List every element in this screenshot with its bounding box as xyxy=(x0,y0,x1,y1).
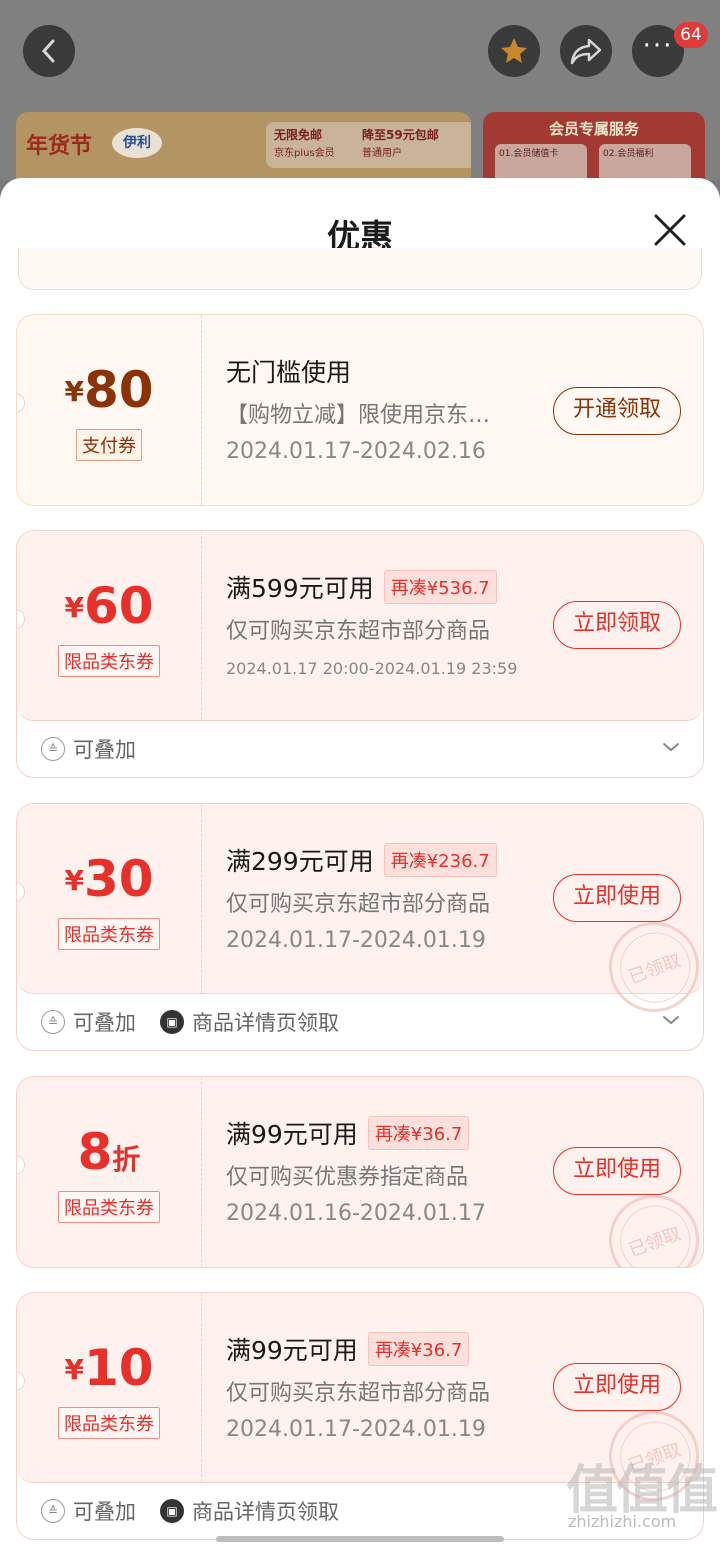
promo-text: 京东plus会员 xyxy=(274,148,335,159)
coupon-type-tag: 支付券 xyxy=(76,429,142,461)
notification-badge: 64 xyxy=(674,22,708,48)
more-icon: ··· xyxy=(642,31,674,61)
currency-symbol: ¥ xyxy=(64,1353,84,1386)
stackable-label: ≙ 可叠加 xyxy=(41,734,136,764)
coupon-condition: 无门槛使用 xyxy=(226,358,352,387)
shipping-promo: 无限免邮 京东plus会员 降至59元包邮 普通用户 xyxy=(266,122,471,168)
star-icon xyxy=(501,38,527,63)
coupon-validity: 2024.01.17-2024.01.19 xyxy=(226,928,486,953)
card-divider xyxy=(201,1293,202,1482)
card-divider xyxy=(201,315,202,505)
brand-logo: 伊利 xyxy=(112,128,162,158)
back-button[interactable] xyxy=(23,25,75,77)
coupon-card: ¥30 限品类东券 满299元可用 再凑¥236.7 仅可购买京东超市部分商品 2… xyxy=(16,803,704,1051)
site-watermark: 值值值 zhizhizhi.com xyxy=(566,1448,718,1538)
stackable-text: 可叠加 xyxy=(73,1011,136,1035)
card-divider xyxy=(201,804,202,993)
coupon-description: 仅可购买优惠券指定商品 xyxy=(226,1165,469,1190)
activate-claim-button[interactable]: 开通领取 xyxy=(553,387,681,435)
detail-page-claim-label: ▣ 商品详情页领取 xyxy=(160,1496,339,1526)
stackable-label: ≙ 可叠加 xyxy=(41,1496,136,1526)
card-divider xyxy=(201,1077,202,1267)
coupon-type-tag: 限品类东券 xyxy=(58,1191,160,1223)
promo-text: 降至59元包邮 xyxy=(362,128,439,142)
remaining-amount-tag: 再凑¥36.7 xyxy=(367,1332,470,1366)
card-divider xyxy=(201,531,202,720)
chevron-down-icon[interactable] xyxy=(661,737,681,757)
coupon-footer[interactable]: ≙ 可叠加 xyxy=(17,721,703,777)
coupon-description: 仅可购买京东超市部分商品 xyxy=(226,619,491,644)
coupon-card: ¥80 支付券 无门槛使用 【购物立减】限使用京东… 2024.01.17-20… xyxy=(16,314,704,506)
stack-icon: ≙ xyxy=(41,737,65,761)
coupon-amount: ¥80 xyxy=(17,361,201,419)
promo-text: 普通用户 xyxy=(362,148,402,159)
coupon-description: 仅可购买京东超市部分商品 xyxy=(226,1381,491,1406)
coupon-validity: 2024.01.17-2024.01.19 xyxy=(226,1417,486,1442)
coupon-type-tag: 限品类东券 xyxy=(58,918,160,950)
remaining-amount-tag: 再凑¥536.7 xyxy=(383,570,497,604)
use-now-button[interactable]: 立即使用 xyxy=(553,1363,681,1411)
coupon-condition: 满99元可用 xyxy=(226,1336,358,1365)
stackable-text: 可叠加 xyxy=(73,1500,136,1524)
coupon-card-partial xyxy=(18,248,702,290)
coupon-description: 仅可购买京东超市部分商品 xyxy=(226,892,491,917)
amount-value: 30 xyxy=(83,850,154,908)
promo-text: 无限免邮 xyxy=(274,128,323,142)
detail-page-claim-label: ▣ 商品详情页领取 xyxy=(160,1007,339,1037)
claimed-stamp-text: 已领取 xyxy=(625,950,684,989)
amount-value: 8 xyxy=(77,1123,113,1181)
stack-icon: ≙ xyxy=(41,1499,65,1523)
chevron-left-icon xyxy=(41,39,55,63)
amount-value: 60 xyxy=(83,577,154,635)
amount-value: 10 xyxy=(83,1339,154,1397)
coupon-amount: ¥30 xyxy=(17,850,201,908)
page-header: ··· 64 年货节 伊利 无限免邮 京东plus会员 降至59元包邮 普通用户… xyxy=(0,0,720,192)
coupon-type-tag: 限品类东券 xyxy=(58,645,160,677)
coupon-condition: 满99元可用 xyxy=(226,1120,358,1149)
home-indicator[interactable] xyxy=(216,1536,504,1542)
coupon-validity: 2024.01.17-2024.02.16 xyxy=(226,439,486,464)
use-now-button[interactable]: 立即使用 xyxy=(553,1147,681,1195)
coupon-condition: 满299元可用 xyxy=(226,847,374,876)
ticket-icon: ▣ xyxy=(160,1010,184,1034)
remaining-amount-tag: 再凑¥36.7 xyxy=(367,1116,470,1150)
coupon-amount: ¥60 xyxy=(17,577,201,635)
coupon-amount: ¥10 xyxy=(17,1339,201,1397)
chevron-down-icon[interactable] xyxy=(661,1010,681,1030)
coupon-footer[interactable]: ≙ 可叠加 ▣ 商品详情页领取 xyxy=(17,994,703,1050)
claim-button[interactable]: 立即领取 xyxy=(553,601,681,649)
claimed-stamp: 已领取 xyxy=(596,1182,703,1267)
coupon-condition: 满599元可用 xyxy=(226,574,374,603)
detail-page-claim-text: 商品详情页领取 xyxy=(192,1011,339,1035)
favorite-button[interactable] xyxy=(488,25,540,77)
coupon-validity: 2024.01.16-2024.01.17 xyxy=(226,1201,486,1226)
stackable-label: ≙ 可叠加 xyxy=(41,1007,136,1037)
coupon-card: 8折 限品类东券 满99元可用 再凑¥36.7 仅可购买优惠券指定商品 2024.… xyxy=(16,1076,704,1268)
coupon-card: ¥60 限品类东券 满599元可用 再凑¥536.7 仅可购买京东超市部分商品 2… xyxy=(16,530,704,778)
share-icon xyxy=(570,38,602,65)
watermark-url: zhizhizhi.com xyxy=(568,1512,677,1531)
coupon-validity: 2024.01.17 20:00-2024.01.19 23:59 xyxy=(226,659,518,678)
currency-symbol: ¥ xyxy=(64,375,84,408)
detail-page-claim-text: 商品详情页领取 xyxy=(192,1500,339,1524)
stackable-text: 可叠加 xyxy=(73,738,136,762)
amount-value: 80 xyxy=(83,361,154,419)
stack-icon: ≙ xyxy=(41,1010,65,1034)
remaining-amount-tag: 再凑¥236.7 xyxy=(383,843,497,877)
currency-symbol: ¥ xyxy=(64,864,84,897)
share-button[interactable] xyxy=(560,25,612,77)
close-icon xyxy=(654,214,686,246)
currency-symbol: ¥ xyxy=(64,591,84,624)
coupon-sheet: 优惠 ¥80 支付券 无门槛使用 【购物立减】限使用京东… 2024.01.17… xyxy=(0,178,720,1544)
close-button[interactable] xyxy=(648,208,692,252)
claimed-stamp-text: 已领取 xyxy=(625,1223,684,1262)
member-service-title: 会员专属服务 xyxy=(548,120,639,138)
discount-unit: 折 xyxy=(112,1143,141,1176)
use-now-button[interactable]: 立即使用 xyxy=(553,874,681,922)
coupon-description: 【购物立减】限使用京东… xyxy=(226,403,491,428)
coupon-amount: 8折 xyxy=(17,1123,201,1181)
ticket-icon: ▣ xyxy=(160,1499,184,1523)
festival-logo: 年货节 xyxy=(26,133,93,159)
coupon-type-tag: 限品类东券 xyxy=(58,1407,160,1439)
